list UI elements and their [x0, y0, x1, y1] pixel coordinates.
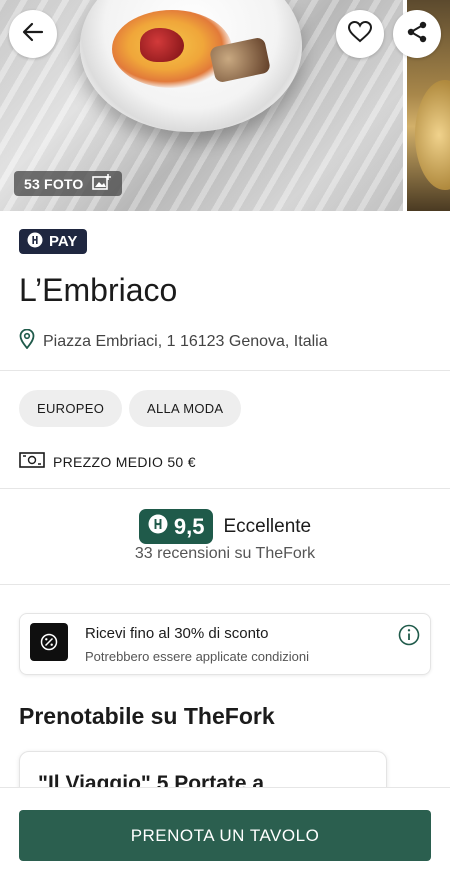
back-arrow-icon — [22, 21, 44, 48]
divider — [0, 370, 450, 371]
tag-chip-alla-moda[interactable]: ALLA MODA — [129, 390, 242, 427]
info-icon[interactable] — [398, 624, 420, 651]
discount-title: Ricevi fino al 30% di sconto — [85, 625, 269, 642]
fork-icon — [27, 232, 43, 252]
average-price: PREZZO MEDIO 50 € — [19, 451, 196, 472]
rating-badge: 9,5 — [138, 509, 214, 544]
divider — [0, 584, 450, 585]
fork-icon — [148, 514, 168, 540]
photo-count-label: 53 FOTO — [24, 175, 84, 192]
discount-banner[interactable]: Ricevi fino al 30% di sconto Potrebbero … — [19, 613, 431, 675]
price-label: PREZZO MEDIO 50 € — [53, 453, 196, 470]
back-button[interactable] — [9, 10, 57, 58]
address-text: Piazza Embriaci, 1 16123 Genova, Italia — [43, 332, 328, 350]
bottom-action-bar: PRENOTA UN TAVOLO — [0, 787, 450, 881]
rating-score: 9,5 — [173, 513, 205, 539]
banknote-icon — [19, 451, 45, 472]
pay-badge: PAY — [19, 229, 88, 254]
booking-section-title: Prenotabile su TheFork — [19, 703, 275, 729]
food-detail — [140, 28, 184, 62]
share-icon — [405, 20, 429, 49]
rating-summary[interactable]: 9,5 Eccellente — [0, 509, 450, 544]
map-pin-icon — [19, 328, 35, 354]
book-table-button[interactable]: PRENOTA UN TAVOLO — [19, 810, 431, 861]
discount-subtitle: Potrebbero essere applicate condizioni — [85, 649, 310, 664]
divider — [0, 488, 450, 489]
restaurant-name: L’Embriaco — [19, 272, 178, 308]
favorite-button[interactable] — [336, 10, 384, 58]
heart-icon — [347, 20, 373, 49]
photo-count-badge[interactable]: 53 FOTO — [14, 171, 122, 196]
rating-word: Eccellente — [223, 515, 312, 537]
tag-chip-europeo[interactable]: EUROPEO — [19, 390, 123, 427]
photo-add-icon — [91, 173, 112, 194]
review-count[interactable]: 33 recensioni su TheFork — [0, 545, 450, 563]
share-button[interactable] — [393, 10, 441, 58]
restaurant-address[interactable]: Piazza Embriaci, 1 16123 Genova, Italia — [19, 328, 328, 354]
pay-label: PAY — [49, 233, 78, 250]
percent-icon — [30, 623, 68, 661]
